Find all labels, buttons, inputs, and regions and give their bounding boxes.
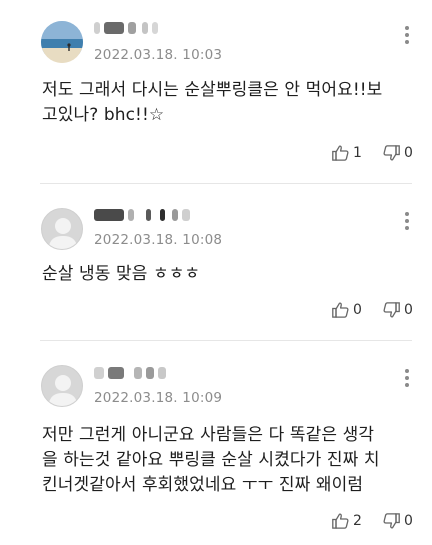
like-count: 2 — [353, 513, 362, 529]
avatar[interactable] — [41, 208, 83, 250]
comment-text: 저만 그런게 아니군요 사람들은 다 똑같은 생각 을 하는것 같아요 뿌링클 … — [42, 423, 414, 498]
dislike-button[interactable]: 0 — [383, 300, 413, 320]
default-avatar-icon — [48, 375, 78, 406]
username-blurred — [94, 209, 204, 223]
comment-text-line: 저만 그런게 아니군요 사람들은 다 똑같은 생각 — [42, 425, 375, 445]
comment-divider — [40, 340, 412, 341]
comment-date: 2022.03.18. 10:08 — [94, 232, 223, 248]
comment-divider — [40, 183, 412, 184]
username-blurred — [94, 22, 204, 36]
comment-text-line: 킨너겟같아서 후회했었네요 ㅜㅜ 진짜 왜이럼 — [42, 475, 364, 495]
comment-text-line: 저도 그래서 다시는 순살뿌링클은 안 먹어요!!보 — [42, 80, 383, 100]
thumbs-up-icon — [332, 145, 349, 161]
more-vertical-icon[interactable] — [402, 212, 412, 232]
dislike-button[interactable]: 0 — [383, 143, 413, 163]
more-vertical-icon[interactable] — [402, 26, 412, 46]
thumbs-up-icon — [332, 302, 349, 318]
dislike-count: 0 — [404, 145, 413, 161]
avatar[interactable] — [41, 365, 83, 407]
dislike-count: 0 — [404, 302, 413, 318]
thumbs-down-icon — [383, 513, 400, 529]
more-vertical-icon[interactable] — [402, 369, 412, 389]
like-count: 1 — [353, 145, 362, 161]
comment-text: 순살 냉동 맞음 ㅎㅎㅎ — [42, 262, 414, 287]
dislike-count: 0 — [404, 513, 413, 529]
thumbs-down-icon — [383, 145, 400, 161]
comment-text-line: 고있나? bhc!!☆ — [42, 105, 165, 125]
avatar-photo-icon — [41, 21, 83, 63]
comment-text-line: 을 하는것 같아요 뿌링클 순살 시켰다가 진짜 치 — [42, 450, 380, 470]
default-avatar-icon — [48, 218, 78, 249]
username-blurred — [94, 367, 204, 381]
like-count: 0 — [353, 302, 362, 318]
comment-date: 2022.03.18. 10:03 — [94, 47, 223, 63]
comment-date: 2022.03.18. 10:09 — [94, 390, 223, 406]
thumbs-down-icon — [383, 302, 400, 318]
like-button[interactable]: 2 — [332, 511, 362, 531]
like-button[interactable]: 0 — [332, 300, 362, 320]
avatar[interactable] — [41, 21, 83, 63]
thumbs-up-icon — [332, 513, 349, 529]
comment-text-line: 순살 냉동 맞음 ㅎㅎㅎ — [42, 264, 201, 284]
comment-text: 저도 그래서 다시는 순살뿌링클은 안 먹어요!!보 고있나? bhc!!☆ — [42, 78, 414, 128]
dislike-button[interactable]: 0 — [383, 511, 413, 531]
like-button[interactable]: 1 — [332, 143, 362, 163]
